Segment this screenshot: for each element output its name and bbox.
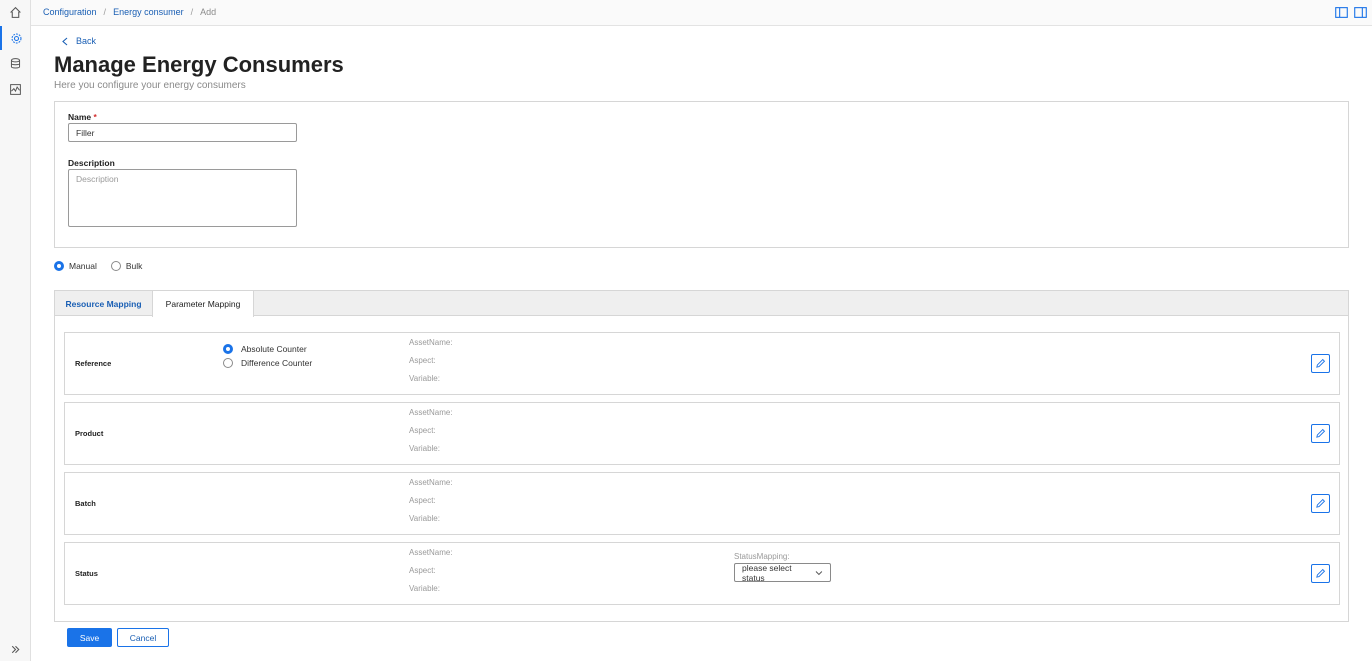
difference-counter-label: Difference Counter	[241, 358, 313, 368]
panel-toggles	[1335, 7, 1367, 18]
variable-field: Variable:	[409, 514, 440, 523]
tab-parameter-mapping[interactable]: Parameter Mapping	[152, 291, 254, 317]
top-bar: Configuration / Energy consumer / Add	[31, 0, 1372, 26]
aspect-field: Aspect:	[409, 426, 436, 435]
absolute-counter-option[interactable]: Absolute Counter	[223, 344, 307, 354]
mapping-tabs-panel: Resource Mapping Parameter Mapping Refer…	[54, 290, 1349, 622]
name-input[interactable]: Filler	[68, 123, 297, 142]
edit-product-button[interactable]	[1311, 424, 1330, 443]
edit-icon	[1316, 358, 1326, 368]
variable-field: Variable:	[409, 444, 440, 453]
tab-bar: Resource Mapping Parameter Mapping	[55, 291, 1348, 317]
edit-icon	[1316, 428, 1326, 438]
product-row: Product AssetName: Aspect: Variable:	[64, 402, 1340, 465]
breadcrumb-separator: /	[190, 7, 194, 17]
aspect-field: Aspect:	[409, 496, 436, 505]
difference-counter-option[interactable]: Difference Counter	[223, 358, 312, 368]
status-mapping-value: please select status	[742, 562, 792, 583]
variable-field: Variable:	[409, 374, 440, 383]
breadcrumb-configuration[interactable]: Configuration	[43, 7, 97, 17]
page-subtitle: Here you configure your energy consumers	[54, 80, 246, 91]
asset-name-field: AssetName:	[409, 408, 453, 417]
aspect-field: Aspect:	[409, 356, 436, 365]
edit-batch-button[interactable]	[1311, 494, 1330, 513]
back-link[interactable]: Back	[62, 36, 96, 46]
manual-label: Manual	[69, 261, 97, 271]
edit-icon	[1316, 568, 1326, 578]
manual-radio[interactable]	[54, 261, 64, 271]
expand-icon	[11, 645, 20, 653]
asset-name-field: AssetName:	[409, 338, 453, 347]
breadcrumb-energy-consumer[interactable]: Energy consumer	[113, 7, 184, 17]
batch-row: Batch AssetName: Aspect: Variable:	[64, 472, 1340, 535]
name-label: Name *	[68, 112, 97, 122]
edit-reference-button[interactable]	[1311, 354, 1330, 373]
side-rail	[0, 0, 31, 661]
left-panel-icon[interactable]	[1335, 7, 1348, 18]
page-title: Manage Energy Consumers	[54, 52, 344, 77]
status-row: Status AssetName: Aspect: Variable: Stat…	[64, 542, 1340, 605]
gear-icon	[11, 33, 22, 43]
edit-icon	[1316, 498, 1326, 508]
data-button[interactable]	[0, 51, 31, 75]
save-button[interactable]: Save	[67, 628, 112, 647]
chevron-left-icon	[62, 37, 68, 45]
asset-name-field: AssetName:	[409, 478, 453, 487]
consumer-form-card: Name * Filler Description Description	[54, 101, 1349, 248]
row-label: Status	[75, 569, 98, 578]
expand-rail-button[interactable]	[0, 637, 31, 661]
aspect-field: Aspect:	[409, 566, 436, 575]
mode-selector: Manual Bulk	[54, 261, 142, 271]
status-mapping-select[interactable]: please select status	[734, 562, 831, 583]
row-label: Product	[75, 429, 104, 438]
chart-icon	[10, 83, 21, 95]
bulk-label: Bulk	[125, 261, 143, 271]
cancel-button[interactable]: Cancel	[117, 628, 169, 647]
reference-row: Reference Absolute Counter Difference Co…	[64, 332, 1340, 395]
description-textarea[interactable]: Description	[68, 169, 297, 227]
analytics-button[interactable]	[0, 77, 31, 101]
asset-name-field: AssetName:	[409, 548, 453, 557]
back-label: Back	[76, 36, 97, 46]
row-label: Reference	[75, 359, 112, 368]
required-mark: *	[93, 112, 97, 122]
configuration-button[interactable]	[0, 26, 31, 50]
database-icon	[10, 57, 21, 68]
chevron-down-icon	[815, 570, 823, 575]
breadcrumb-separator: /	[103, 7, 107, 17]
tab-resource-mapping[interactable]: Resource Mapping	[55, 291, 152, 316]
description-label: Description	[68, 158, 115, 168]
status-mapping-label: StatusMapping:	[734, 552, 790, 561]
edit-status-button[interactable]	[1311, 564, 1330, 583]
breadcrumb-current: Add	[200, 7, 217, 17]
absolute-counter-radio[interactable]	[223, 344, 233, 354]
bulk-radio[interactable]	[110, 261, 121, 271]
variable-field: Variable:	[409, 584, 440, 593]
row-label: Batch	[75, 499, 96, 508]
breadcrumb: Configuration / Energy consumer / Add	[43, 7, 216, 17]
home-button[interactable]	[0, 0, 31, 24]
home-icon	[10, 6, 21, 18]
difference-counter-radio[interactable]	[223, 358, 233, 368]
absolute-counter-label: Absolute Counter	[241, 344, 307, 354]
right-panel-icon[interactable]	[1354, 7, 1367, 18]
